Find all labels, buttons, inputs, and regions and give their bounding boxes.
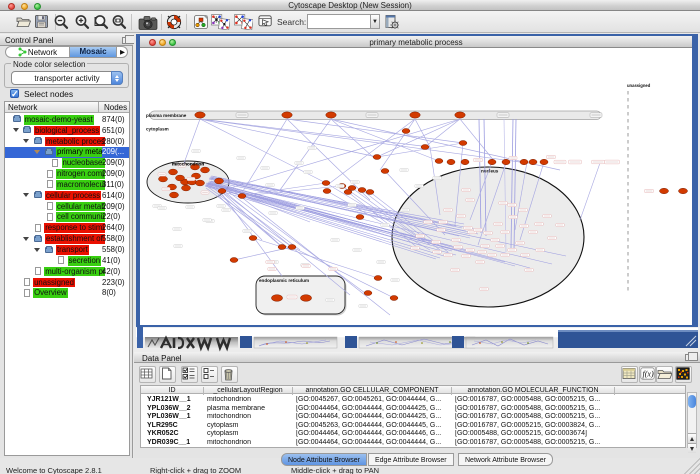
svg-text:f(x): f(x) <box>643 370 654 379</box>
svg-text:unassigned: unassigned <box>627 83 651 88</box>
svg-text:cytoplasm: cytoplasm <box>146 127 169 132</box>
svg-text:plasma membrane: plasma membrane <box>146 113 187 118</box>
svg-text:endoplasmic reticulum: endoplasmic reticulum <box>259 278 309 283</box>
svg-text:mitochondrion: mitochondrion <box>172 162 204 167</box>
svg-text:nucleus: nucleus <box>481 169 499 174</box>
